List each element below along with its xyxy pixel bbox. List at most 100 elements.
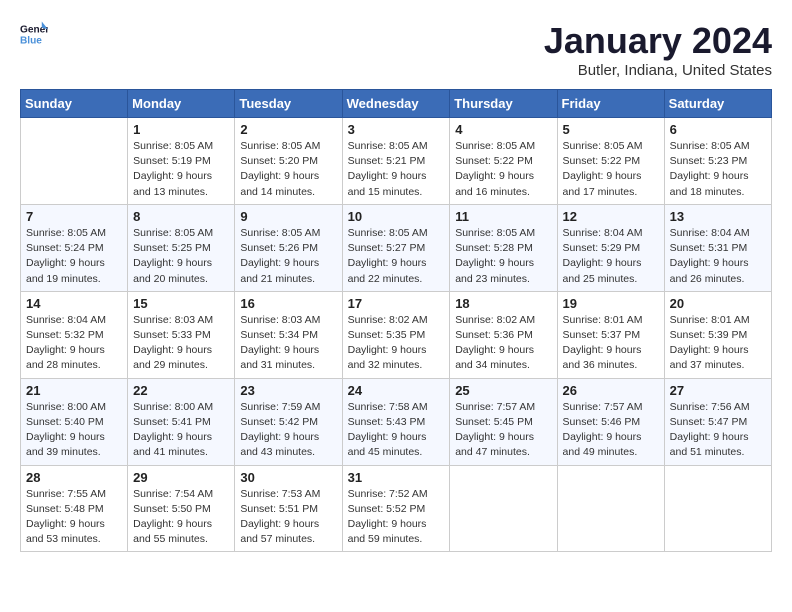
day-number: 11 [455, 209, 551, 224]
day-number: 15 [133, 296, 229, 311]
day-cell: 4 Sunrise: 8:05 AMSunset: 5:22 PMDaylight… [450, 118, 557, 205]
day-info: Sunrise: 7:52 AMSunset: 5:52 PMDaylight:… [348, 487, 445, 548]
day-number: 8 [133, 209, 229, 224]
day-cell: 30 Sunrise: 7:53 AMSunset: 5:51 PMDayligh… [235, 465, 342, 552]
day-number: 12 [563, 209, 659, 224]
day-info: Sunrise: 7:54 AMSunset: 5:50 PMDaylight:… [133, 487, 229, 548]
day-number: 4 [455, 122, 551, 137]
day-cell: 31 Sunrise: 7:52 AMSunset: 5:52 PMDayligh… [342, 465, 450, 552]
calendar: SundayMondayTuesdayWednesdayThursdayFrid… [20, 89, 772, 552]
day-cell: 10Sunrise: 8:05 AMSunset: 5:27 PMDayligh… [342, 204, 450, 291]
day-number: 17 [348, 296, 445, 311]
day-cell: 6 Sunrise: 8:05 AMSunset: 5:23 PMDaylight… [664, 118, 771, 205]
day-info: Sunrise: 8:04 AMSunset: 5:31 PMDaylight:… [670, 226, 766, 287]
day-number: 6 [670, 122, 766, 137]
day-cell: 22 Sunrise: 8:00 AMSunset: 5:41 PMDayligh… [128, 378, 235, 465]
day-info: Sunrise: 8:05 AMSunset: 5:27 PMDaylight:… [348, 226, 445, 287]
day-cell: 3 Sunrise: 8:05 AMSunset: 5:21 PMDaylight… [342, 118, 450, 205]
day-info: Sunrise: 8:02 AMSunset: 5:35 PMDaylight:… [348, 313, 445, 374]
day-number: 18 [455, 296, 551, 311]
day-info: Sunrise: 8:03 AMSunset: 5:34 PMDaylight:… [240, 313, 336, 374]
day-number: 19 [563, 296, 659, 311]
day-cell [557, 465, 664, 552]
weekday-header-wednesday: Wednesday [342, 90, 450, 118]
day-cell: 14Sunrise: 8:04 AMSunset: 5:32 PMDayligh… [21, 291, 128, 378]
weekday-header-saturday: Saturday [664, 90, 771, 118]
day-cell: 24Sunrise: 7:58 AMSunset: 5:43 PMDayligh… [342, 378, 450, 465]
day-cell: 28 Sunrise: 7:55 AMSunset: 5:48 PMDayligh… [21, 465, 128, 552]
day-number: 20 [670, 296, 766, 311]
day-number: 26 [563, 383, 659, 398]
day-cell: 12 Sunrise: 8:04 AMSunset: 5:29 PMDayligh… [557, 204, 664, 291]
day-info: Sunrise: 8:01 AMSunset: 5:37 PMDaylight:… [563, 313, 659, 374]
day-cell: 15 Sunrise: 8:03 AMSunset: 5:33 PMDayligh… [128, 291, 235, 378]
month-title: January 2024 [544, 20, 772, 62]
day-number: 28 [26, 470, 122, 485]
day-info: Sunrise: 8:05 AMSunset: 5:25 PMDaylight:… [133, 226, 229, 287]
day-info: Sunrise: 7:57 AMSunset: 5:45 PMDaylight:… [455, 400, 551, 461]
weekday-header-tuesday: Tuesday [235, 90, 342, 118]
day-number: 27 [670, 383, 766, 398]
day-info: Sunrise: 7:53 AMSunset: 5:51 PMDaylight:… [240, 487, 336, 548]
day-number: 13 [670, 209, 766, 224]
day-info: Sunrise: 8:02 AMSunset: 5:36 PMDaylight:… [455, 313, 551, 374]
day-info: Sunrise: 7:58 AMSunset: 5:43 PMDaylight:… [348, 400, 445, 461]
logo: General Blue [20, 20, 48, 48]
week-row-2: 7 Sunrise: 8:05 AMSunset: 5:24 PMDaylight… [21, 204, 772, 291]
week-row-1: 1 Sunrise: 8:05 AMSunset: 5:19 PMDaylight… [21, 118, 772, 205]
day-number: 3 [348, 122, 445, 137]
day-cell [450, 465, 557, 552]
day-cell: 9 Sunrise: 8:05 AMSunset: 5:26 PMDaylight… [235, 204, 342, 291]
day-info: Sunrise: 8:05 AMSunset: 5:23 PMDaylight:… [670, 139, 766, 200]
day-info: Sunrise: 8:05 AMSunset: 5:19 PMDaylight:… [133, 139, 229, 200]
day-cell: 26Sunrise: 7:57 AMSunset: 5:46 PMDayligh… [557, 378, 664, 465]
day-info: Sunrise: 8:00 AMSunset: 5:41 PMDaylight:… [133, 400, 229, 461]
day-cell: 1 Sunrise: 8:05 AMSunset: 5:19 PMDaylight… [128, 118, 235, 205]
day-cell: 11 Sunrise: 8:05 AMSunset: 5:28 PMDayligh… [450, 204, 557, 291]
weekday-header-row: SundayMondayTuesdayWednesdayThursdayFrid… [21, 90, 772, 118]
day-cell: 16 Sunrise: 8:03 AMSunset: 5:34 PMDayligh… [235, 291, 342, 378]
svg-text:Blue: Blue [20, 35, 42, 46]
day-cell: 7 Sunrise: 8:05 AMSunset: 5:24 PMDaylight… [21, 204, 128, 291]
day-number: 9 [240, 209, 336, 224]
day-info: Sunrise: 8:05 AMSunset: 5:22 PMDaylight:… [455, 139, 551, 200]
day-cell: 20Sunrise: 8:01 AMSunset: 5:39 PMDayligh… [664, 291, 771, 378]
day-cell: 29 Sunrise: 7:54 AMSunset: 5:50 PMDayligh… [128, 465, 235, 552]
weekday-header-sunday: Sunday [21, 90, 128, 118]
day-info: Sunrise: 8:03 AMSunset: 5:33 PMDaylight:… [133, 313, 229, 374]
week-row-3: 14Sunrise: 8:04 AMSunset: 5:32 PMDayligh… [21, 291, 772, 378]
day-cell: 25 Sunrise: 7:57 AMSunset: 5:45 PMDayligh… [450, 378, 557, 465]
day-cell: 27Sunrise: 7:56 AMSunset: 5:47 PMDayligh… [664, 378, 771, 465]
day-number: 21 [26, 383, 122, 398]
day-number: 7 [26, 209, 122, 224]
weekday-header-friday: Friday [557, 90, 664, 118]
day-info: Sunrise: 8:04 AMSunset: 5:32 PMDaylight:… [26, 313, 122, 374]
weekday-header-thursday: Thursday [450, 90, 557, 118]
day-number: 1 [133, 122, 229, 137]
day-number: 31 [348, 470, 445, 485]
day-cell: 8 Sunrise: 8:05 AMSunset: 5:25 PMDaylight… [128, 204, 235, 291]
logo-icon: General Blue [20, 20, 48, 48]
day-info: Sunrise: 8:05 AMSunset: 5:20 PMDaylight:… [240, 139, 336, 200]
day-info: Sunrise: 7:55 AMSunset: 5:48 PMDaylight:… [26, 487, 122, 548]
day-info: Sunrise: 8:05 AMSunset: 5:22 PMDaylight:… [563, 139, 659, 200]
day-info: Sunrise: 8:05 AMSunset: 5:28 PMDaylight:… [455, 226, 551, 287]
day-info: Sunrise: 8:05 AMSunset: 5:24 PMDaylight:… [26, 226, 122, 287]
weekday-header-monday: Monday [128, 90, 235, 118]
day-info: Sunrise: 8:05 AMSunset: 5:26 PMDaylight:… [240, 226, 336, 287]
day-number: 30 [240, 470, 336, 485]
day-number: 16 [240, 296, 336, 311]
day-info: Sunrise: 8:00 AMSunset: 5:40 PMDaylight:… [26, 400, 122, 461]
week-row-4: 21 Sunrise: 8:00 AMSunset: 5:40 PMDayligh… [21, 378, 772, 465]
day-number: 22 [133, 383, 229, 398]
week-row-5: 28 Sunrise: 7:55 AMSunset: 5:48 PMDayligh… [21, 465, 772, 552]
day-number: 25 [455, 383, 551, 398]
day-cell: 23Sunrise: 7:59 AMSunset: 5:42 PMDayligh… [235, 378, 342, 465]
day-info: Sunrise: 8:05 AMSunset: 5:21 PMDaylight:… [348, 139, 445, 200]
title-area: January 2024 Butler, Indiana, United Sta… [544, 20, 772, 79]
day-info: Sunrise: 7:59 AMSunset: 5:42 PMDaylight:… [240, 400, 336, 461]
day-info: Sunrise: 8:04 AMSunset: 5:29 PMDaylight:… [563, 226, 659, 287]
day-cell: 19 Sunrise: 8:01 AMSunset: 5:37 PMDayligh… [557, 291, 664, 378]
day-cell: 21 Sunrise: 8:00 AMSunset: 5:40 PMDayligh… [21, 378, 128, 465]
day-number: 29 [133, 470, 229, 485]
